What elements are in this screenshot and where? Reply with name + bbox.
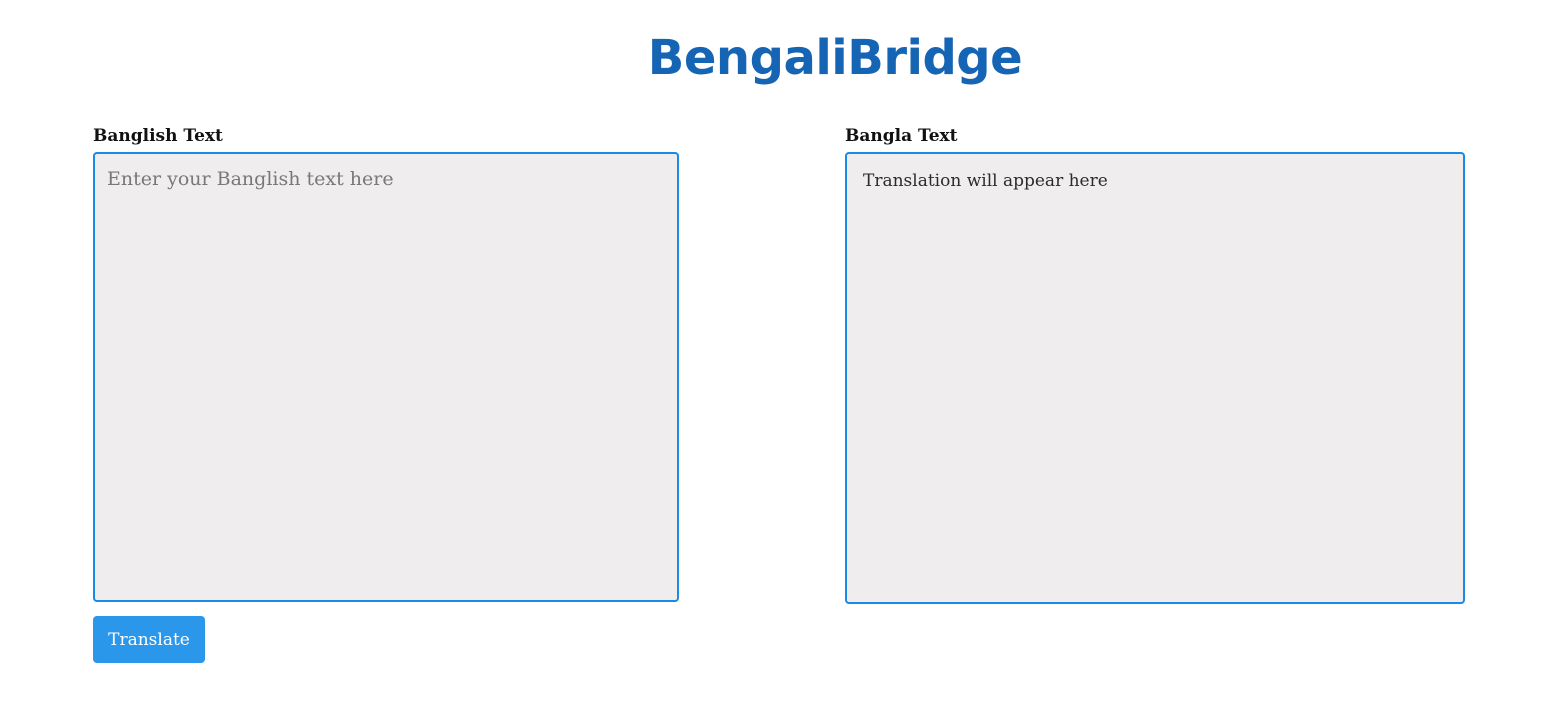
banglish-text-input[interactable] [93, 152, 679, 602]
banglish-text-label: Banglish Text [93, 126, 223, 146]
bangla-text-output: Translation will appear here [845, 152, 1465, 604]
bangla-text-label: Bangla Text [845, 126, 958, 146]
translate-button[interactable]: Translate [93, 616, 205, 663]
translation-output-text: Translation will appear here [863, 171, 1108, 191]
app-title: BengaliBridge [647, 30, 1023, 86]
